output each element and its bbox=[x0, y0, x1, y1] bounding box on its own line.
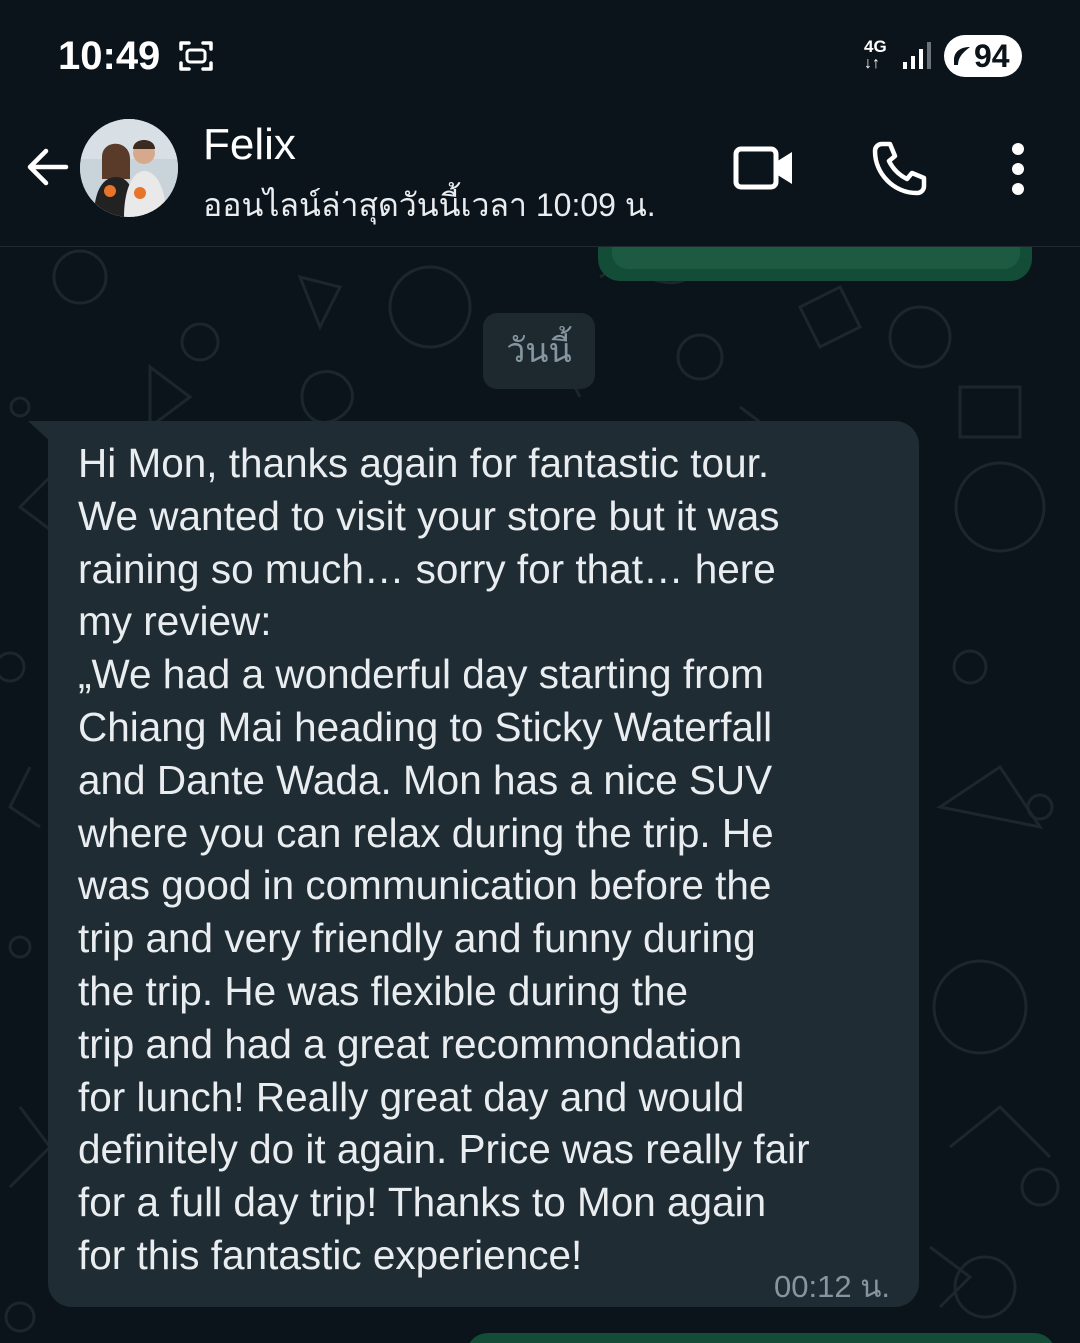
data-activity-icon: ↓↑ bbox=[864, 55, 880, 72]
battery-level: 94 bbox=[974, 38, 1010, 74]
chat-header: Felix ออนไลน์ล่าสุดวันนี้เวลา 10:09 น. bbox=[0, 110, 1080, 247]
back-arrow-icon[interactable] bbox=[22, 142, 72, 192]
message-text: Hi Mon, thanks again for fantastic tour.… bbox=[78, 440, 810, 1278]
next-outgoing-message[interactable] bbox=[466, 1333, 1056, 1343]
last-seen-status[interactable]: ออนไลน์ล่าสุดวันนี้เวลา 10:09 น. bbox=[203, 180, 656, 231]
battery-saver-icon bbox=[954, 47, 970, 65]
voice-call-icon[interactable] bbox=[868, 138, 930, 200]
avatar-photo bbox=[80, 119, 178, 217]
message-timestamp: 00:12 น. bbox=[774, 1269, 890, 1304]
status-bar: 10:49 4G ↓↑ 94 bbox=[0, 0, 1080, 110]
contact-avatar[interactable] bbox=[80, 119, 178, 217]
contact-name[interactable]: Felix bbox=[203, 120, 296, 170]
previous-outgoing-quote bbox=[612, 247, 1020, 269]
date-divider: วันนี้ bbox=[483, 313, 595, 389]
video-call-icon[interactable] bbox=[732, 142, 796, 194]
signal-strength-icon bbox=[903, 42, 931, 69]
more-options-icon[interactable] bbox=[1000, 142, 1036, 196]
screen-capture-icon bbox=[179, 41, 213, 71]
network-type: 4G bbox=[864, 37, 887, 56]
network-indicator: 4G ↓↑ bbox=[862, 38, 896, 74]
battery-indicator: 94 bbox=[944, 35, 1022, 77]
status-time: 10:49 bbox=[58, 34, 161, 78]
chat-area[interactable]: วันนี้ Hi Mon, thanks again for fantasti… bbox=[0, 247, 1080, 1343]
